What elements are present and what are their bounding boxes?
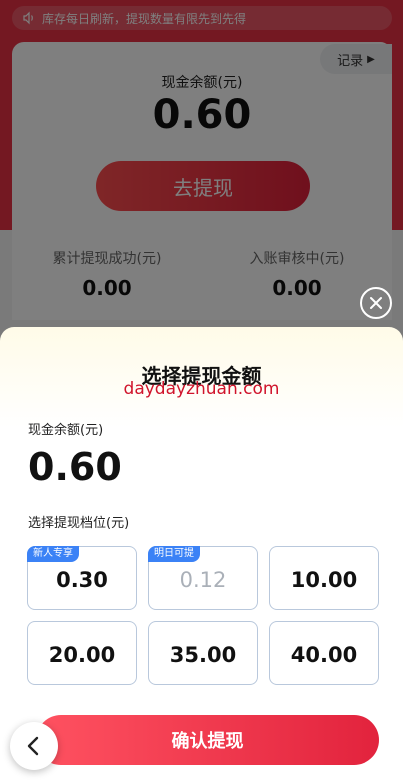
watermark-text: daydayzhuan.com [123, 379, 280, 399]
tier-value: 0.30 [56, 568, 108, 592]
tier-value: 10.00 [290, 568, 358, 592]
close-button[interactable] [360, 287, 392, 319]
back-button[interactable] [10, 722, 58, 770]
tier-section-label: 选择提现档位(元) [28, 516, 130, 531]
tier-value: 20.00 [48, 643, 116, 667]
tier-option[interactable]: 20.00 [27, 621, 137, 685]
tier-value: 0.12 [179, 568, 227, 592]
tier-option-disabled[interactable]: 明日可提 0.12 [148, 546, 258, 610]
withdraw-amount-sheet: 选择提现金额 daydayzhuan.com 现金余额(元) 0.60 选择提现… [0, 327, 403, 783]
sheet-balance-label: 现金余额(元) [28, 423, 104, 438]
confirm-withdraw-button[interactable]: 确认提现 [36, 715, 379, 765]
tier-option[interactable]: 10.00 [269, 546, 379, 610]
chevron-left-icon [27, 736, 39, 756]
sheet-balance-amount: 0.60 [28, 445, 122, 489]
tier-option[interactable]: 新人专享 0.30 [27, 546, 137, 610]
tier-value: 35.00 [169, 643, 237, 667]
tier-badge: 新人专享 [27, 546, 79, 562]
tier-badge: 明日可提 [148, 546, 200, 562]
tier-value: 40.00 [290, 643, 358, 667]
tier-option[interactable]: 35.00 [148, 621, 258, 685]
tier-option[interactable]: 40.00 [269, 621, 379, 685]
close-icon [370, 297, 382, 309]
